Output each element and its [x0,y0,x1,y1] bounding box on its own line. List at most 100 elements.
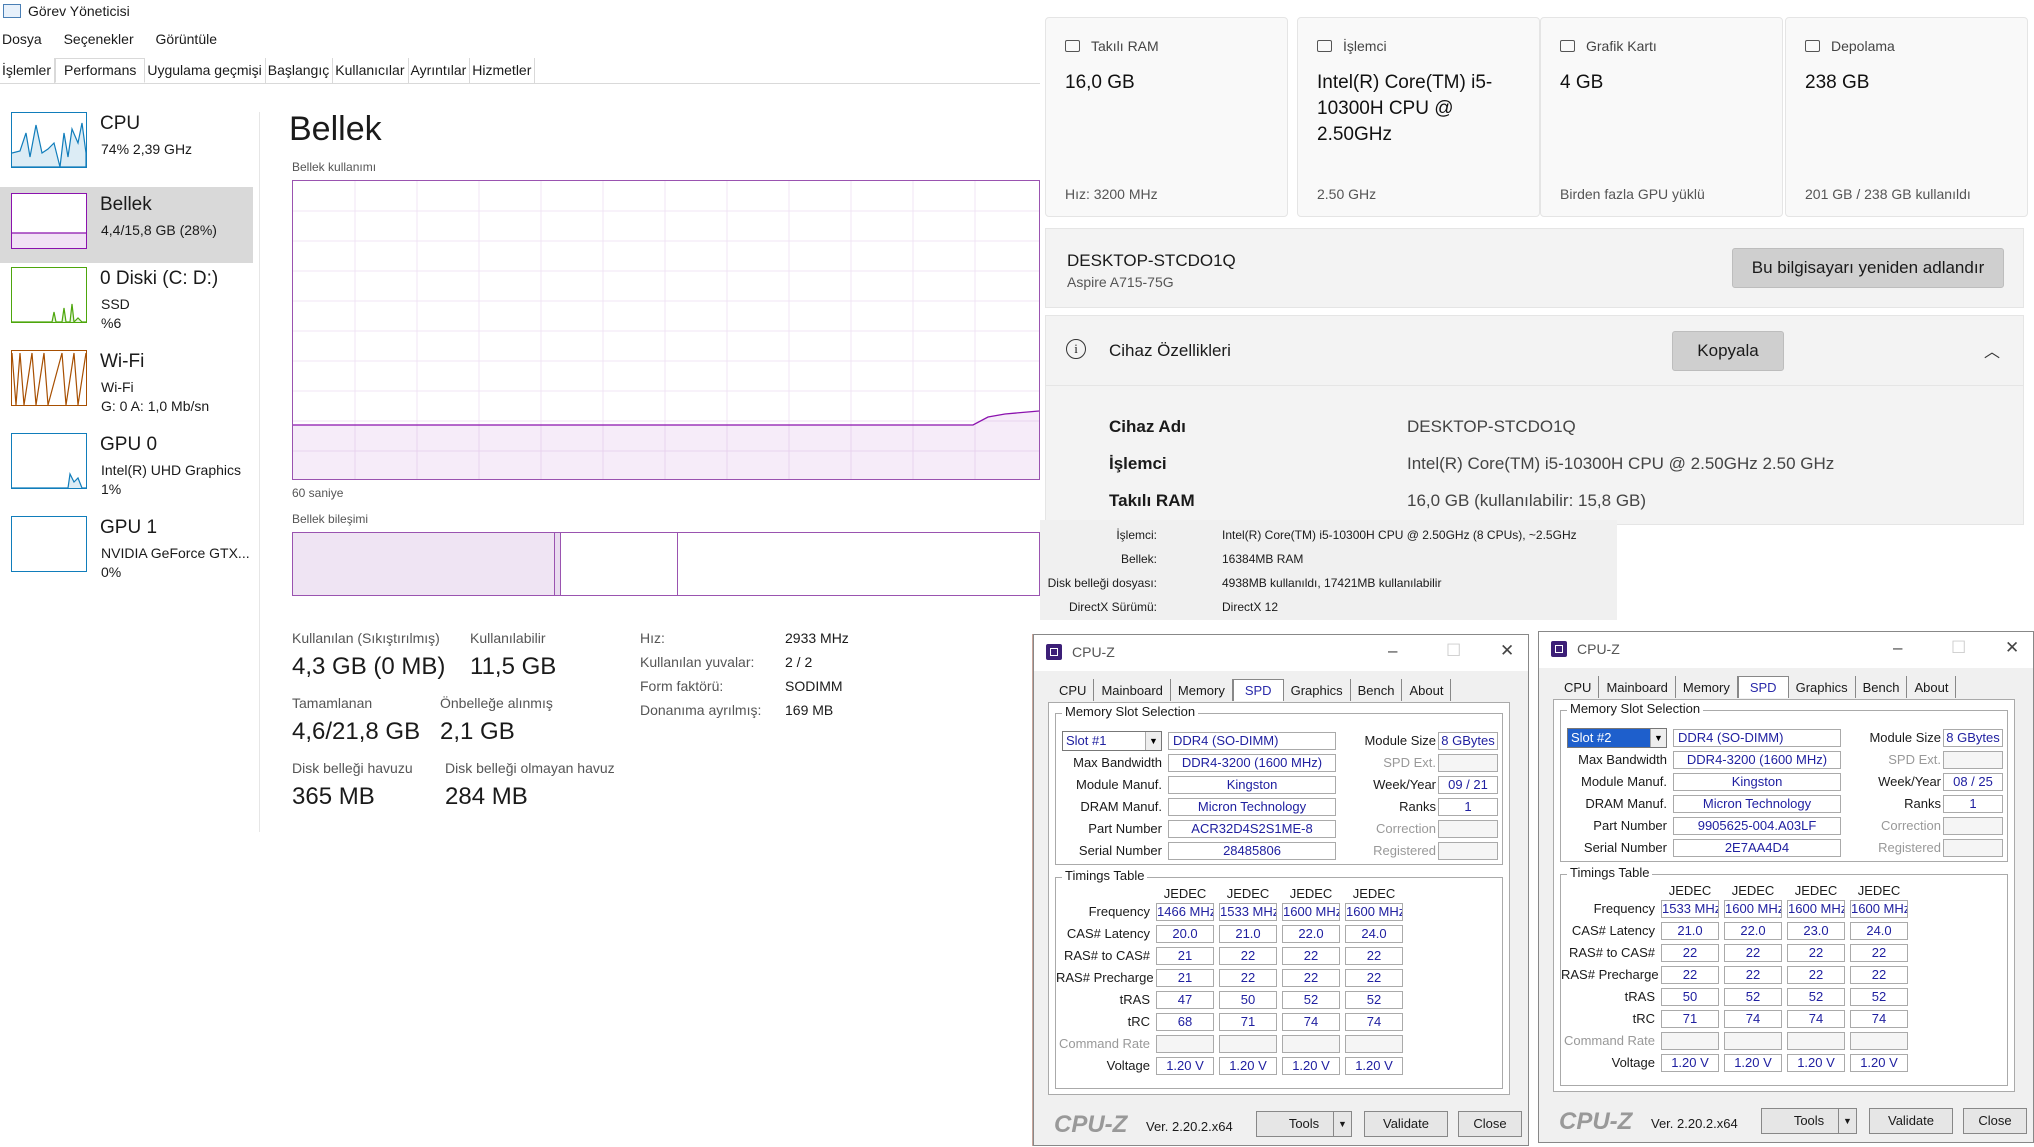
spd-ext-value [1943,751,2003,769]
tab-cpu[interactable]: CPU [1557,676,1600,698]
timing-cell: 74 [1345,1013,1403,1031]
settings-about-panel: Takılı RAM 16,0 GB Hız: 3200 MHz İşlemci… [1040,0,2034,530]
tab-bench[interactable]: Bench [1856,676,1908,698]
menu-view[interactable]: Görüntüle [156,31,217,47]
tab-spd[interactable]: SPD [1737,676,1789,698]
close-button[interactable]: Close [1963,1108,2027,1134]
slot-select-value: Slot #2 [1571,730,1612,745]
sidebar-memory-name: Bellek [100,194,152,215]
sidebar-item-disk[interactable]: 0 Diski (C: D:) SSD %6 [0,261,253,346]
timing-cell: 21.0 [1219,925,1277,943]
serial-number-value: 2E7AA4D4 [1673,839,1841,857]
tab-graphics[interactable]: Graphics [1789,676,1856,698]
timing-cell: 23.0 [1787,922,1845,940]
minimize-icon[interactable]: – [1893,638,1902,658]
tab-mainboard[interactable]: Mainboard [1094,679,1171,701]
timing-cell: 22 [1850,966,1908,984]
timing-cell: 22 [1724,944,1782,962]
week-year-value: 09 / 21 [1438,776,1498,794]
tab-app-history[interactable]: Uygulama geçmişi [145,58,266,83]
dxdiag-pagefile-value: 4938MB kullanıldı, 17421MB kullanılabili… [1222,576,1442,590]
timings-group: Timings Table JEDEC #11JEDEC #12JEDEC #1… [1055,868,1503,1089]
sidebar-item-wifi[interactable]: Wi-Fi Wi-Fi G: 0 A: 1,0 Mb/sn [0,344,253,429]
timing-cell: 20.0 [1156,925,1214,943]
tab-startup[interactable]: Başlangıç [266,58,334,83]
menu-options[interactable]: Seçenekler [64,31,134,47]
rename-pc-button[interactable]: Bu bilgisayarı yeniden adlandır [1732,248,2004,288]
timing-cell: 22 [1724,966,1782,984]
tools-button[interactable]: Tools ▼ [1761,1108,1857,1134]
timing-cell: 52 [1787,988,1845,1006]
validate-button[interactable]: Validate [1869,1108,1953,1134]
timing-cell: 50 [1661,988,1719,1006]
tab-spd[interactable]: SPD [1232,679,1284,701]
tab-about[interactable]: About [1402,679,1452,701]
tab-users[interactable]: Kullanıcılar [333,58,409,83]
memory-sparkline [12,232,86,248]
sidebar-item-cpu[interactable]: CPU 74% 2,39 GHz [0,106,253,191]
committed-value: 4,6/21,8 GB [292,718,421,745]
timing-row-label: RAS# Precharge [1561,967,1659,982]
timing-cell: 74 [1850,1010,1908,1028]
tab-graphics[interactable]: Graphics [1284,679,1351,701]
card-processor: İşlemci Intel(R) Core(TM) i5-10300H CPU … [1297,17,1540,217]
in-use-label: Kullanılan (Sıkıştırılmış) [292,630,440,646]
pc-name: DESKTOP-STCDO1Q [1067,251,1236,270]
timing-cell: 22.0 [1282,925,1340,943]
timing-row-label: tRAS [1119,992,1150,1007]
sidebar-wifi-throughput: G: 0 A: 1,0 Mb/sn [101,398,210,414]
tools-dropdown-icon[interactable]: ▼ [1333,1112,1351,1136]
card-storage-title: Depolama [1831,38,1895,54]
slot-select[interactable]: Slot #1 ▼ [1062,731,1162,751]
card-cpu-foot: 2.50 GHz [1317,186,1377,202]
sidebar-item-gpu0[interactable]: GPU 0 Intel(R) UHD Graphics 1% [0,427,253,512]
close-icon[interactable]: ✕ [1500,641,1514,661]
close-icon[interactable]: ✕ [2005,638,2019,658]
slot-select[interactable]: Slot #2 ▼ [1567,728,1667,748]
close-button[interactable]: Close [1458,1111,1522,1137]
timing-cell: 68 [1156,1013,1214,1031]
timing-cell [1850,1032,1908,1050]
tab-details[interactable]: Ayrıntılar [409,58,471,83]
card-cpu-title: İşlemci [1343,38,1387,54]
tab-performance[interactable]: Performans [55,58,146,83]
menu-file[interactable]: Dosya [2,31,42,47]
timing-cell: 1.20 V [1282,1057,1340,1075]
timing-cell: 1.20 V [1787,1054,1845,1072]
memory-slot-legend: Memory Slot Selection [1062,704,1199,719]
timing-row-label: Command Rate [1058,1036,1150,1051]
tab-about[interactable]: About [1907,676,1957,698]
sidebar-item-memory[interactable]: Bellek 4,4/15,8 GB (28%) [0,187,253,263]
timings-legend: Timings Table [1567,865,1653,880]
spec-device-name-value: DESKTOP-STCDO1Q [1407,417,1576,436]
tab-mainboard[interactable]: Mainboard [1599,676,1676,698]
tools-button[interactable]: Tools ▼ [1256,1111,1352,1137]
tools-dropdown-icon[interactable]: ▼ [1838,1109,1856,1133]
dxdiag-row-memory: Bellek: 16384MB RAM [1040,552,1617,570]
device-specs-header[interactable]: i Cihaz Özellikleri Kopyala ︿ [1046,316,2023,386]
tab-memory[interactable]: Memory [1171,679,1233,701]
tab-memory[interactable]: Memory [1676,676,1738,698]
validate-button[interactable]: Validate [1364,1111,1448,1137]
card-ram-value: 16,0 GB [1065,72,1135,93]
cpuz-tab-bar: CPU Mainboard Memory SPD Graphics Bench … [1557,676,1957,700]
tab-processes[interactable]: İşlemler [0,58,56,83]
tab-services[interactable]: Hizmetler [470,58,536,83]
sidebar-item-gpu1[interactable]: GPU 1 NVIDIA GeForce GTX... 0% [0,510,253,595]
chevron-up-icon[interactable]: ︿ [1984,338,2000,362]
speed-value: 2933 MHz [785,630,849,646]
gpu1-mini-graph [11,516,87,572]
timing-cell: 22 [1787,966,1845,984]
cpuz-version: Ver. 2.20.2.x64 [1146,1119,1233,1134]
card-gpu-value: 4 GB [1560,72,1604,93]
timing-cell [1156,1035,1214,1053]
spd-panel: Memory Slot Selection Slot #2 ▼ DDR4 (SO-… [1553,699,2015,1092]
timing-cell: 22 [1345,969,1403,987]
sidebar-gpu0-model: Intel(R) UHD Graphics [101,462,242,478]
tab-bench[interactable]: Bench [1351,679,1403,701]
sidebar-disk-usage: %6 [101,315,122,331]
tab-cpu[interactable]: CPU [1052,679,1095,701]
timing-cell: 22 [1219,947,1277,965]
copy-button[interactable]: Kopyala [1672,331,1784,371]
minimize-icon[interactable]: – [1388,641,1397,661]
